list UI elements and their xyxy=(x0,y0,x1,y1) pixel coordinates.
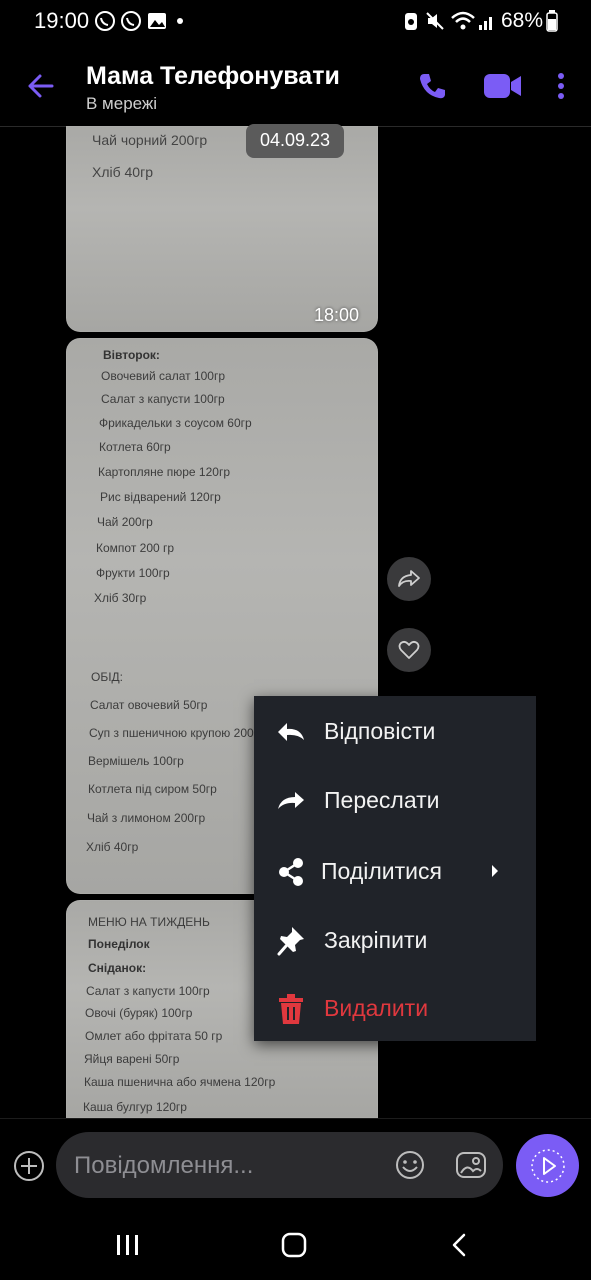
photo-text-line: Чай з лимоном 200гр xyxy=(87,811,206,825)
dot-icon xyxy=(177,18,183,24)
photo-text-line: Вермішель 100гр xyxy=(88,754,184,768)
photo-text-line: Котлета 60гр xyxy=(99,440,171,454)
send-play-icon xyxy=(530,1148,565,1183)
image-icon xyxy=(148,13,166,29)
share-icon xyxy=(274,856,308,888)
photo-text-line: Салат з капусти 100гр xyxy=(101,392,225,406)
contact-status: В мережі xyxy=(86,94,158,113)
photo-text-line: Рис відварений 120гр xyxy=(100,490,221,504)
photo-text-line: Хліб 30гр xyxy=(94,591,147,605)
photo-text-line: Салат овочевий 50гр xyxy=(90,698,208,712)
photo-text-line: Фрукти 100гр xyxy=(96,566,170,580)
photo-text-line: Овочевий салат 100гр xyxy=(101,369,226,383)
menu-item-pin[interactable]: Закріпити xyxy=(254,911,536,971)
battery-percent: 68% xyxy=(501,9,544,32)
photo-text-line: Чай 200гр xyxy=(97,515,153,529)
more-vert-icon[interactable] xyxy=(556,71,566,101)
photo-text-line: Чай чорний 200гр xyxy=(92,132,208,148)
photo-text-line: Яйця варені 50гр xyxy=(84,1052,180,1066)
back-arrow-icon[interactable] xyxy=(26,72,54,100)
signal-icon xyxy=(479,17,492,30)
home-icon[interactable] xyxy=(280,1232,308,1258)
gallery-icon[interactable] xyxy=(455,1150,487,1180)
photo-text-line: Омлет або фрітата 50 гр xyxy=(85,1029,223,1043)
photo-text-line: Салат з капусти 100гр xyxy=(86,984,210,998)
menu-item-label: Переслати xyxy=(324,787,440,813)
phone-icon[interactable] xyxy=(416,70,448,102)
submenu-arrow-icon xyxy=(492,865,498,877)
viber-icon xyxy=(95,11,115,31)
forward-icon xyxy=(274,785,308,817)
menu-item-label: Видалити xyxy=(324,995,429,1021)
menu-item-label: Поділитися xyxy=(321,858,442,884)
photo-text-line: Хліб 40гр xyxy=(86,840,139,854)
message-input-container xyxy=(56,1132,503,1198)
photo-text-line: Овочі (буряк) 100гр xyxy=(85,1006,193,1020)
photo-text-line: Компот 200 гр xyxy=(96,541,175,555)
menu-item-label: Закріпити xyxy=(324,927,428,953)
video-call-icon[interactable] xyxy=(483,70,523,102)
status-time: 19:00 xyxy=(34,8,90,33)
mute-icon xyxy=(426,12,444,30)
photo-text-line: МЕНЮ НА ТИЖДЕНЬ xyxy=(88,915,210,929)
photo-text-line: Каша пшенична або ячмена 120гр xyxy=(84,1075,276,1089)
reply-icon xyxy=(274,716,308,748)
photo-text-line: Картопляне пюре 120гр xyxy=(98,465,230,479)
photo-text-line: Сніданок: xyxy=(88,961,147,975)
photo-text-line: ОБІД: xyxy=(91,670,124,684)
heart-icon xyxy=(398,640,420,659)
back-nav-icon[interactable] xyxy=(449,1232,469,1258)
menu-item-share[interactable]: Поділитися xyxy=(254,842,536,902)
forward-button[interactable] xyxy=(387,557,431,601)
contact-name[interactable]: Мама Телефонувати xyxy=(86,62,340,91)
status-bar: 19:00 68% xyxy=(0,0,591,44)
emoji-icon[interactable] xyxy=(395,1150,425,1180)
photo-text-line: Хліб 40гр xyxy=(92,164,153,180)
pin-icon xyxy=(274,925,308,957)
trash-icon xyxy=(274,993,308,1025)
message-input[interactable] xyxy=(72,1140,386,1192)
forward-icon xyxy=(398,570,420,587)
photo-text-line: Каша булгур 120гр xyxy=(83,1100,187,1114)
photo-text-line: Вівторок: xyxy=(103,348,160,362)
photo-text-line: Котлета під сиром 50гр xyxy=(88,782,217,796)
photo-text-line: Фрикадельки з соусом 60гр xyxy=(99,416,252,430)
recent-apps-icon[interactable] xyxy=(115,1233,141,1257)
add-attachment-icon[interactable] xyxy=(13,1150,45,1182)
recycle-icon xyxy=(405,13,417,30)
message-time: 18:00 xyxy=(314,305,360,325)
battery-icon xyxy=(546,10,558,32)
photo-text-line: Суп з пшеничною крупою 200 xyxy=(89,726,254,740)
menu-item-reply[interactable]: Відповісти xyxy=(254,702,536,762)
wifi-icon xyxy=(451,11,475,30)
date-badge: 04.09.23 xyxy=(246,124,344,158)
message-context-menu: Відповісти Переслати Поділитися Закріпит… xyxy=(254,696,536,1041)
menu-item-label: Відповісти xyxy=(324,718,436,744)
photo-text-line: Понеділок xyxy=(88,937,150,951)
like-button[interactable] xyxy=(387,628,431,672)
send-button[interactable] xyxy=(516,1134,579,1197)
menu-item-delete[interactable]: Видалити xyxy=(254,979,536,1039)
menu-item-forward[interactable]: Переслати xyxy=(254,771,536,831)
viber-icon xyxy=(121,11,141,31)
